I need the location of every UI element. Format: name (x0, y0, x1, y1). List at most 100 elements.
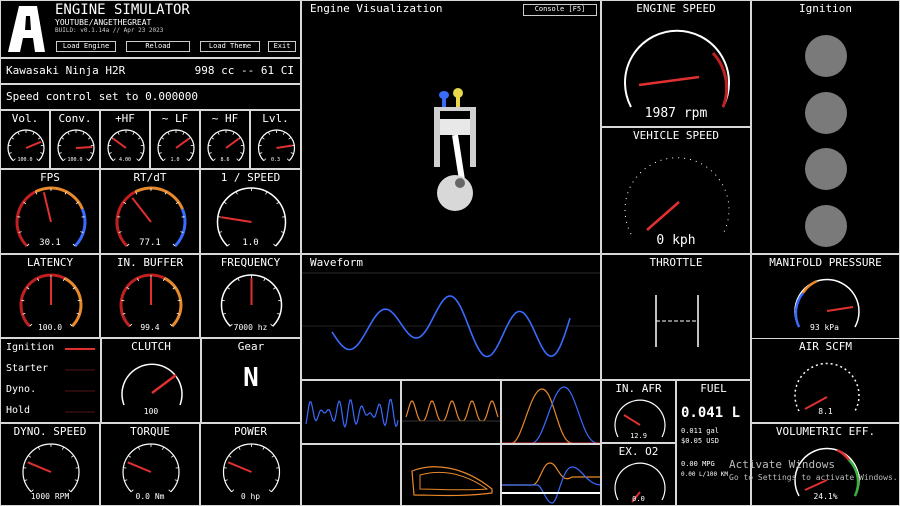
small-gauge-4-value: 8.6 (220, 157, 230, 163)
fuel-panel: FUEL 0.041 L 0.011 gal $0.05 USD 0.00 MP… (676, 380, 751, 506)
small-gauge-3-panel: ~ LF 1.0 (150, 110, 200, 169)
mid-gauge-0-value: 30.1 (39, 238, 61, 248)
small-gauge-2-needle (112, 137, 127, 149)
gear-panel: Gear N (201, 338, 301, 423)
fuel-mpg: 0.00 MPG (681, 460, 715, 468)
afr-panel: IN. AFR 12.9 (601, 380, 676, 443)
header-panel: ENGINE SIMULATOR YOUTUBE/ANGETHEGREAT BU… (0, 0, 301, 58)
speed-control-panel: Speed control set to 0.000000 (0, 84, 301, 110)
bottom-gauge-1-panel: TORQUE 0.0 Nm (100, 423, 200, 506)
throttle-panel: THROTTLE (601, 254, 751, 380)
load-theme-button[interactable]: Load Theme (200, 41, 260, 52)
ignition-panel: Ignition (751, 0, 900, 254)
status-dyno-label: Dyno. (6, 384, 37, 395)
manifold-label: MANIFOLD PRESSURE (769, 256, 882, 269)
console-button[interactable]: Console [F5] (523, 4, 597, 16)
clutch-gauge (121, 363, 183, 406)
bottom-gauge-0-panel: DYNO. SPEED 1000 RPM (0, 423, 100, 506)
mid-gauge-1-value: 77.1 (139, 238, 161, 248)
plot-3 (501, 380, 601, 444)
small-gauge-0-needle (25, 140, 42, 149)
ignition-light-1 (805, 35, 847, 77)
small-gauge-5-needle (276, 144, 293, 149)
activation-watermark-text: Go to Settings to activate Windows. (729, 473, 898, 482)
small-gauge-5-panel: Lvl. 0.3 (250, 110, 301, 169)
engine-speed-panel: ENGINE SPEED 1987 rpm (601, 0, 751, 127)
small-gauge-4-needle (225, 137, 240, 149)
small-gauge-2-value: 4.00 (118, 157, 132, 163)
small-gauge-5-value: 0.3 (270, 157, 281, 163)
bottom-gauge-1-value: 0.0 Nm (135, 492, 165, 501)
clutch-panel: CLUTCH 100 (101, 338, 201, 423)
bottom-gauge-0-value: 1000 RPM (30, 492, 70, 501)
waveform-plot (302, 272, 600, 358)
gear-label: Gear (237, 340, 265, 353)
manifold-panel: MANIFOLD PRESSURE 93 kPa (751, 254, 900, 339)
exit-button[interactable]: Exit (268, 41, 296, 52)
throttle-label: THROTTLE (649, 256, 703, 269)
speed-control-text: Speed control set to 0.000000 (6, 90, 199, 103)
ex-o2-panel: EX. O2 0.0 (601, 443, 676, 506)
row3-gauge-0-panel: LATENCY 100.0 (0, 254, 100, 338)
row3-gauge-0-value: 100.0 (37, 323, 63, 332)
afr-value: 12.9 (630, 432, 647, 440)
small-gauge-1-value: 100.0 (67, 157, 83, 163)
status-starter-label: Starter (6, 363, 49, 374)
plot-5 (401, 444, 501, 506)
afr-label: IN. AFR (615, 382, 662, 395)
reload-button[interactable]: Reload (126, 41, 190, 52)
engine-visualization-panel: Engine Visualization Console [F5] (301, 0, 601, 254)
row3-gauge-1-panel: IN. BUFFER 99.4 (100, 254, 200, 338)
clutch-label: CLUTCH (131, 340, 171, 353)
small-gauge-4-panel: ~ HF 8.6 (200, 110, 250, 169)
bottom-gauge-2-panel: POWER 0 hp (200, 423, 301, 506)
app-logo (8, 6, 45, 52)
volumetric-label: VOLUMETRIC EFF. (775, 425, 876, 438)
mid-gauge-2-value: 1.0 (242, 238, 259, 248)
vehicle-speed-panel: VEHICLE SPEED 0 kph (601, 127, 751, 254)
mid-gauge-0-needle (42, 192, 52, 223)
bottom-gauge-2-needle (227, 461, 252, 473)
fuel-usd: $0.05 USD (681, 437, 719, 445)
build-label: BUILD: v0.1.14a // Apr 23 2023 (55, 27, 164, 34)
small-gauge-0-panel: Vol. 100.0 (0, 110, 50, 169)
small-gauge-0-value: 100.0 (17, 157, 33, 163)
row3-gauge-2-value: 7000 hz (233, 323, 268, 332)
dyno-indicator (65, 390, 95, 392)
air-scfm-value: 8.1 (818, 407, 833, 416)
fuel-label: FUEL (700, 382, 727, 395)
gear-value: N (243, 363, 259, 393)
ignition-label: Ignition (799, 2, 852, 15)
volumetric-value: 24.1% (813, 492, 838, 501)
mid-gauge-0-panel: FPS 30.1 (0, 169, 100, 254)
ignition-light-4 (805, 205, 847, 247)
row3-gauge-2-panel: FREQUENCY 7000 hz (200, 254, 301, 338)
plot-2 (401, 380, 501, 444)
hold-indicator (65, 411, 95, 413)
plot-1 (301, 380, 401, 444)
small-gauge-2-panel: +HF 4.00 (100, 110, 150, 169)
small-gauge-1-panel: Conv. 100.0 (50, 110, 100, 169)
manifold-value: 93 kPa (810, 323, 839, 332)
load-engine-button[interactable]: Load Engine (56, 41, 116, 52)
vehicle-speed-value: 0 kph (656, 233, 696, 248)
ex-o2-label: EX. O2 (618, 445, 659, 458)
plot-4 (301, 444, 401, 506)
mid-gauge-1-needle (131, 197, 152, 223)
mid-gauge-2-needle (221, 216, 252, 223)
app-title: ENGINE SIMULATOR (55, 2, 190, 18)
status-ignition-label: Ignition (6, 342, 55, 353)
activation-watermark-title: Activate Windows (729, 458, 835, 471)
status-panel: Ignition Starter Dyno. Hold (0, 338, 101, 423)
air-scfm-label: AIR SCFM (799, 340, 852, 353)
status-hold-label: Hold (6, 405, 31, 416)
starter-indicator (65, 369, 95, 371)
bottom-gauge-2-value: 0 hp (240, 492, 261, 501)
bottom-gauge-1-needle (127, 461, 152, 473)
bottom-gauge-0-needle (27, 461, 52, 473)
plot-6 (501, 444, 601, 506)
ignition-light-3 (805, 148, 847, 190)
ignition-light-2 (805, 92, 847, 134)
ignition-indicator (65, 348, 95, 350)
ex-o2-value: 0.0 (632, 495, 645, 503)
